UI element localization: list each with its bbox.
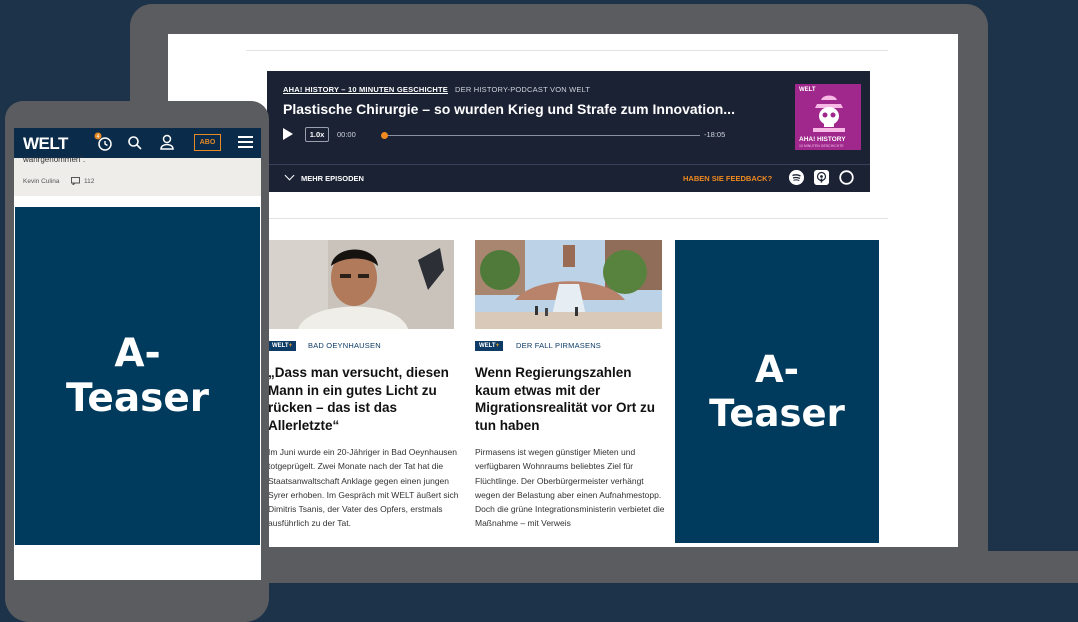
progress-bar[interactable]	[384, 135, 700, 136]
podcast-player: AHA! HISTORY – 10 MINUTEN GESCHICHTE DER…	[267, 71, 870, 192]
ad-teaser-label: A- Teaser	[65, 331, 210, 421]
article-headline[interactable]: „Dass man versucht, diesen Mann in ein g…	[268, 364, 458, 434]
skull-icon	[813, 95, 845, 132]
cover-subtitle: 10 MINUTEN GESCHICHTE	[799, 144, 844, 148]
welt-logo[interactable]: WELT	[23, 134, 68, 154]
cover-brand: WELT	[799, 87, 816, 93]
notification-count: 4	[97, 134, 100, 140]
speed-button[interactable]: 1.0x	[305, 127, 329, 142]
podcast-kicker[interactable]: AHA! HISTORY – 10 MINUTEN GESCHICHTE	[283, 85, 448, 94]
article-image[interactable]	[475, 240, 662, 329]
ad-teaser[interactable]: A- Teaser	[15, 207, 260, 545]
divider	[246, 50, 888, 51]
chevron-down-icon[interactable]	[284, 170, 295, 181]
ad-teaser-label: A- Teaser	[709, 347, 845, 435]
article-teaser-text[interactable]: Pirmasens ist wegen günstiger Mieten und…	[475, 445, 667, 545]
divider	[268, 218, 888, 219]
episode-title[interactable]: Plastische Chirurgie – so wurden Krieg u…	[283, 101, 735, 117]
article-image[interactable]	[268, 240, 454, 329]
phone-screen: WELT 4 ABO wahrgenommen“. Kevin Culina 1…	[14, 128, 261, 580]
article-teaser-text[interactable]: Im Juni wurde ein 20-Jähriger in Bad Oey…	[268, 445, 464, 545]
comment-count[interactable]: 112	[84, 178, 94, 185]
search-icon[interactable]	[127, 135, 143, 151]
amazon-music-icon[interactable]	[839, 170, 854, 185]
laptop-base	[130, 551, 1078, 583]
welt-plus-badge: WELT+	[475, 341, 504, 351]
progress-handle[interactable]	[381, 132, 388, 139]
laptop-screen: AHA! HISTORY – 10 MINUTEN GESCHICHTE DER…	[168, 34, 958, 547]
city-photo	[475, 240, 662, 329]
badge-plus: +	[288, 343, 293, 349]
podcast-subtitle: DER HISTORY-PODCAST VON WELT	[455, 85, 591, 94]
author-name[interactable]: Kevin Culina	[23, 178, 60, 185]
welt-plus-badge: WELT+	[268, 341, 297, 351]
player-divider	[267, 164, 870, 165]
badge-brand: WELT	[272, 343, 289, 349]
article-headline[interactable]: Wenn Regierungszahlen kaum etwas mit der…	[475, 364, 665, 434]
portrait-photo	[268, 240, 454, 329]
app-header: WELT 4 ABO	[14, 128, 261, 158]
history-icon[interactable]: 4	[94, 131, 114, 153]
menu-icon[interactable]	[238, 136, 253, 149]
more-episodes-button[interactable]: MEHR EPISODEN	[301, 174, 364, 183]
apple-podcasts-icon[interactable]	[814, 170, 829, 185]
snippet-text: wahrgenommen“.	[23, 155, 86, 164]
current-time: 00:00	[337, 130, 356, 139]
badge-brand: WELT	[479, 343, 496, 349]
ad-teaser[interactable]: A- Teaser	[675, 240, 879, 543]
cover-title: AHA! HISTORY	[799, 136, 846, 143]
abo-button[interactable]: ABO	[194, 134, 221, 151]
article-kicker[interactable]: DER FALL PIRMASENS	[516, 341, 601, 350]
play-icon[interactable]	[283, 128, 293, 140]
previous-article-snippet[interactable]: wahrgenommen“. Kevin Culina 112	[14, 155, 261, 196]
badge-plus: +	[495, 343, 500, 349]
podcast-cover: WELT AHA! HISTORY 10 MINUTEN GESCHICHTE	[795, 84, 861, 150]
remaining-time: -18:05	[704, 130, 726, 139]
user-icon[interactable]	[159, 134, 175, 151]
article-kicker[interactable]: BAD OEYNHAUSEN	[308, 341, 381, 350]
spotify-icon[interactable]	[789, 170, 804, 185]
comment-icon[interactable]	[71, 177, 80, 185]
feedback-link[interactable]: HABEN SIE FEEDBACK?	[683, 174, 772, 183]
